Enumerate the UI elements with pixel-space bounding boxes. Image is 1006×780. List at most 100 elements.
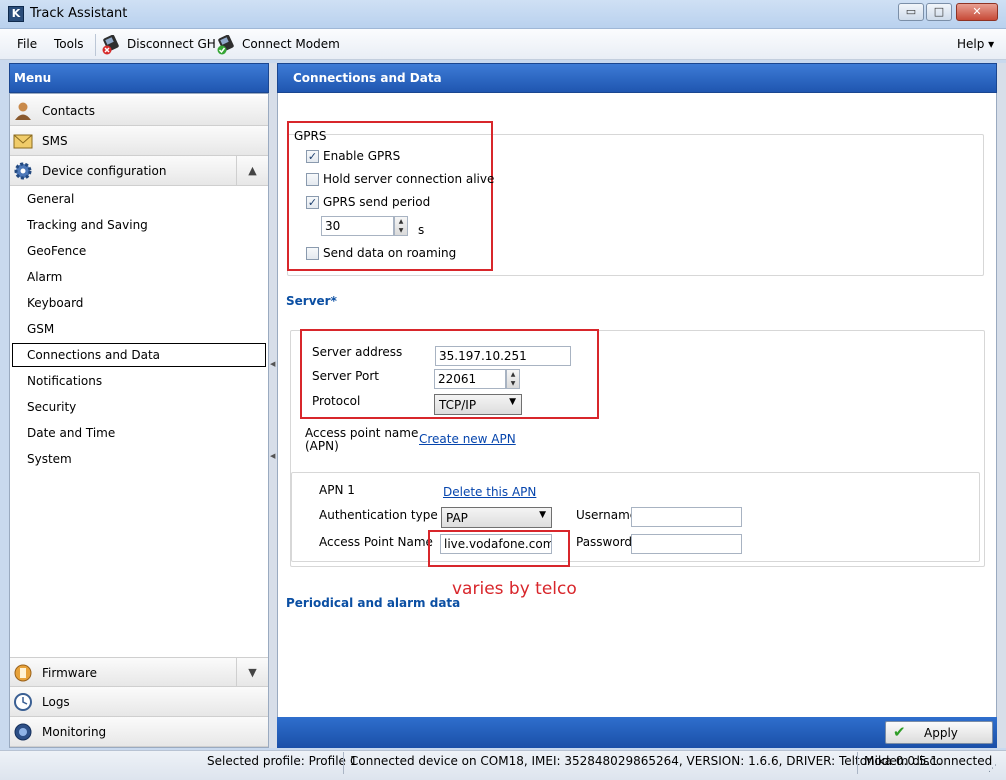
password-input[interactable]: [631, 534, 742, 554]
sidebar-item-security[interactable]: Security: [27, 400, 76, 414]
connect-modem-button[interactable]: Connect Modem: [216, 33, 340, 57]
auth-type-label: Authentication type: [319, 508, 438, 522]
sidebar-item-device-configuration[interactable]: Device configuration ▲: [10, 156, 268, 186]
window-title: Track Assistant: [30, 6, 128, 21]
panel-splitter[interactable]: [269, 63, 277, 748]
sidebar-item-gsm[interactable]: GSM: [27, 322, 54, 336]
right-edge-strip: [997, 63, 1006, 748]
gear-icon: [14, 162, 32, 180]
firmware-label: Firmware: [42, 666, 97, 680]
sidebar-header: Menu: [9, 63, 269, 93]
enable-gprs-checkbox[interactable]: ✓: [306, 150, 319, 163]
sms-label: SMS: [42, 134, 68, 148]
create-apn-link[interactable]: Create new APN: [419, 432, 516, 446]
send-period-label: GPRS send period: [323, 195, 431, 209]
modem-icon: [217, 35, 234, 55]
sidebar-item-keyboard[interactable]: Keyboard: [27, 296, 83, 310]
periodical-section-title: Periodical and alarm data: [286, 596, 461, 610]
sidebar-item-system[interactable]: System: [27, 452, 72, 466]
send-period-unit: s: [418, 223, 425, 237]
auth-type-value: PAP: [446, 511, 468, 525]
apply-button[interactable]: ✔ Apply: [885, 721, 993, 744]
title-bar: [0, 0, 1006, 29]
sidebar-item-tracking-and-saving[interactable]: Tracking and Saving: [27, 218, 148, 232]
menu-file[interactable]: File: [17, 37, 37, 51]
server-address-input[interactable]: 35.197.10.251: [435, 346, 571, 366]
menu-tools[interactable]: Tools: [54, 37, 84, 51]
envelope-icon: [13, 134, 33, 149]
menu-help[interactable]: Help ▾: [957, 37, 994, 51]
enable-gprs-label: Enable GPRS: [323, 149, 401, 163]
hold-connection-checkbox[interactable]: [306, 173, 319, 186]
device-configuration-label: Device configuration: [42, 164, 167, 178]
send-period-stepper[interactable]: ▲ ▼: [394, 216, 408, 236]
sidebar-item-notifications[interactable]: Notifications: [27, 374, 102, 388]
server-port-label: Server Port: [312, 369, 379, 383]
clock-icon: [14, 693, 32, 711]
send-period-checkbox[interactable]: ✓: [306, 196, 319, 209]
apn1-title: APN 1: [319, 483, 355, 497]
status-modem: Modem disconnected: [864, 754, 993, 768]
close-button[interactable]: ✕: [956, 3, 998, 21]
disconnect-device-icon: [102, 35, 119, 55]
hold-connection-label: Hold server connection alive: [323, 172, 495, 186]
server-port-input[interactable]: 22061: [434, 369, 506, 389]
contacts-icon: [15, 102, 31, 120]
dropdown-arrow-icon: ▼: [509, 397, 516, 407]
disconnect-gh-label: Disconnect GH: [127, 37, 216, 51]
connect-modem-label: Connect Modem: [242, 37, 340, 51]
server-section-title: Server*: [286, 294, 337, 308]
auth-type-select[interactable]: PAP ▼: [441, 507, 552, 528]
sidebar-item-logs[interactable]: Logs: [10, 687, 268, 717]
roaming-label: Send data on roaming: [323, 246, 457, 260]
collapse-arrow-icon[interactable]: ▲: [236, 156, 268, 186]
minimize-button[interactable]: ▭: [898, 3, 924, 21]
username-label: Username: [576, 508, 638, 522]
apn-label: Access point name (APN): [305, 426, 419, 453]
splitter-arrow-icon[interactable]: ◀: [270, 360, 275, 368]
server-address-label: Server address: [312, 345, 403, 359]
checkmark-icon: ✔: [893, 723, 906, 741]
sidebar: Contacts SMS Device configuration ▲ Gene…: [9, 93, 269, 748]
apply-label: Apply: [924, 726, 958, 740]
disconnect-gh-button[interactable]: Disconnect GH: [101, 33, 216, 57]
contacts-label: Contacts: [42, 104, 95, 118]
annotation-note: varies by telco: [452, 579, 577, 599]
protocol-select[interactable]: TCP/IP ▼: [434, 394, 522, 415]
status-device: Connected device on COM18, IMEI: 3528480…: [350, 754, 942, 768]
username-input[interactable]: [631, 507, 742, 527]
resize-grip-icon[interactable]: ⋰: [988, 764, 997, 774]
page-title: Connections and Data: [277, 63, 997, 93]
gprs-title: GPRS: [294, 129, 327, 143]
maximize-button[interactable]: □: [926, 3, 952, 21]
roaming-checkbox[interactable]: [306, 247, 319, 260]
sidebar-item-geofence[interactable]: GeoFence: [27, 244, 86, 258]
delete-apn-link[interactable]: Delete this APN: [443, 485, 536, 499]
expand-arrow-icon[interactable]: ▼: [236, 658, 268, 688]
send-period-input[interactable]: 30: [321, 216, 394, 236]
apn-name-label: Access Point Name: [319, 535, 433, 549]
firmware-icon: [14, 664, 32, 682]
sidebar-item-date-and-time[interactable]: Date and Time: [27, 426, 115, 440]
protocol-label: Protocol: [312, 394, 361, 408]
password-label: Password: [576, 535, 633, 549]
splitter-arrow-icon[interactable]: ◀: [270, 452, 275, 460]
monitoring-icon: [14, 723, 32, 741]
status-separator: [343, 752, 344, 774]
sidebar-item-monitoring[interactable]: Monitoring: [10, 717, 268, 747]
app-icon: K: [8, 6, 24, 22]
status-separator: [857, 752, 858, 774]
sidebar-item-sms[interactable]: SMS: [10, 126, 268, 156]
apn-name-input[interactable]: live.vodafone.com: [440, 534, 552, 554]
sidebar-item-contacts[interactable]: Contacts: [10, 96, 268, 126]
server-port-stepper[interactable]: ▲ ▼: [506, 369, 520, 389]
status-profile: Selected profile: Profile 1: [207, 754, 358, 768]
sidebar-item-alarm[interactable]: Alarm: [27, 270, 62, 284]
monitoring-label: Monitoring: [42, 725, 107, 739]
sidebar-item-firmware[interactable]: Firmware ▼: [10, 657, 268, 688]
protocol-value: TCP/IP: [439, 398, 477, 412]
sidebar-item-connections-and-data[interactable]: Connections and Data: [27, 348, 160, 362]
toolbar-separator: [95, 34, 96, 56]
sidebar-item-general[interactable]: General: [27, 192, 74, 206]
logs-label: Logs: [42, 695, 70, 709]
